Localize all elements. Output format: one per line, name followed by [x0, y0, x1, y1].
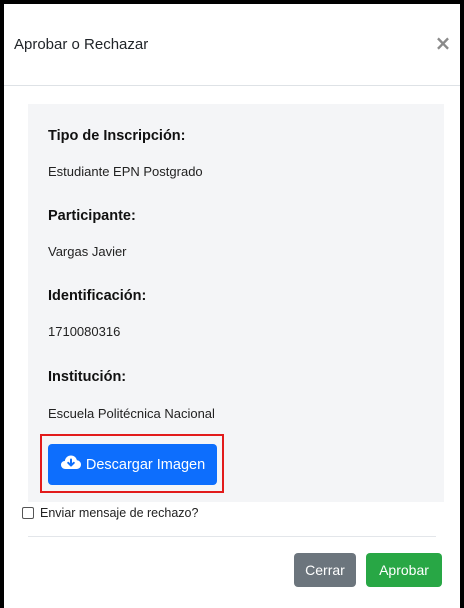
- tipo-inscripcion-value: Estudiante EPN Postgrado: [48, 164, 203, 179]
- download-button-label: Descargar Imagen: [85, 456, 206, 473]
- download-image-button[interactable]: Descargar Imagen: [48, 444, 217, 485]
- tipo-inscripcion-label: Tipo de Inscripción:: [48, 128, 186, 144]
- institucion-label: Institución:: [48, 369, 127, 385]
- reject-message-option: Enviar mensaje de rechazo?: [22, 506, 198, 520]
- close-button[interactable]: Cerrar: [294, 553, 356, 587]
- institucion-value: Escuela Politécnica Nacional: [48, 406, 215, 421]
- close-icon[interactable]: ×: [432, 32, 454, 54]
- cloud-download-icon: [60, 455, 82, 470]
- approve-button[interactable]: Aprobar: [366, 553, 442, 587]
- participante-label: Participante:: [48, 208, 136, 224]
- registration-details-panel: Tipo de Inscripción: Estudiante EPN Post…: [28, 104, 444, 502]
- footer-divider: [28, 536, 436, 537]
- participante-value: Vargas Javier: [48, 244, 127, 259]
- identificacion-label: Identificación:: [48, 288, 147, 304]
- reject-message-label[interactable]: Enviar mensaje de rechazo?: [40, 506, 198, 520]
- modal-title: Aprobar o Rechazar: [14, 36, 149, 53]
- modal-header: Aprobar o Rechazar ×: [4, 4, 460, 86]
- identificacion-value: 1710080316: [48, 324, 121, 339]
- approval-modal: Aprobar o Rechazar × Tipo de Inscripción…: [0, 0, 464, 608]
- reject-message-checkbox[interactable]: [22, 507, 34, 519]
